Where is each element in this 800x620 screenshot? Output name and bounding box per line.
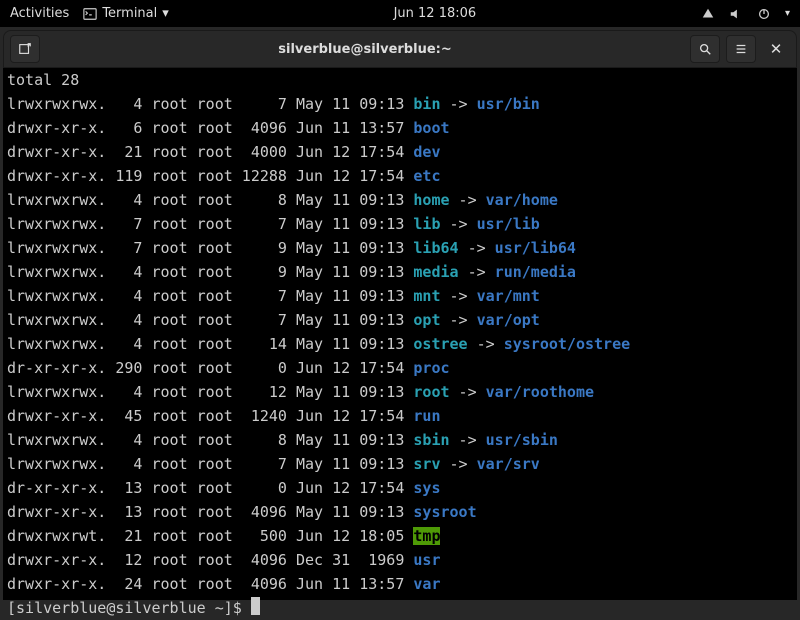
app-menu-label: Terminal [102, 6, 157, 21]
ls-row: lrwxrwxrwx. 4 root root 14 May 11 09:13 … [7, 332, 793, 356]
ls-row: lrwxrwxrwx. 4 root root 9 May 11 09:13 m… [7, 260, 793, 284]
new-tab-button[interactable] [10, 35, 40, 63]
ls-row: lrwxrwxrwx. 4 root root 8 May 11 09:13 h… [7, 188, 793, 212]
app-menu[interactable]: Terminal ▾ [83, 6, 168, 21]
search-button[interactable] [690, 35, 720, 63]
ls-row: drwxr-xr-x. 21 root root 4000 Jun 12 17:… [7, 140, 793, 164]
terminal-icon [83, 7, 97, 21]
new-tab-icon [18, 42, 32, 56]
ls-row: lrwxrwxrwx. 7 root root 9 May 11 09:13 l… [7, 236, 793, 260]
ls-row: drwxr-xr-x. 12 root root 4096 Dec 31 196… [7, 548, 793, 572]
ls-row: lrwxrwxrwx. 4 root root 7 May 11 09:13 b… [7, 92, 793, 116]
ls-row: lrwxrwxrwx. 7 root root 7 May 11 09:13 l… [7, 212, 793, 236]
ls-row: lrwxrwxrwx. 4 root root 8 May 11 09:13 s… [7, 428, 793, 452]
ls-row: drwxr-xr-x. 45 root root 1240 Jun 12 17:… [7, 404, 793, 428]
close-icon: ✕ [770, 40, 783, 58]
close-button[interactable]: ✕ [762, 35, 790, 63]
chevron-down-icon: ▾ [785, 8, 790, 19]
terminal-window: silverblue@silverblue:~ ✕ total 28lrwxrw… [3, 30, 797, 600]
power-icon[interactable] [757, 7, 771, 21]
titlebar: silverblue@silverblue:~ ✕ [3, 30, 797, 68]
volume-icon[interactable] [729, 7, 743, 21]
activities-button[interactable]: Activities [10, 6, 69, 21]
terminal-content[interactable]: total 28lrwxrwxrwx. 4 root root 7 May 11… [3, 68, 797, 600]
ls-row: dr-xr-xr-x. 290 root root 0 Jun 12 17:54… [7, 356, 793, 380]
ls-row: lrwxrwxrwx. 4 root root 7 May 11 09:13 s… [7, 452, 793, 476]
ls-row: drwxrwxrwt. 21 root root 500 Jun 12 18:0… [7, 524, 793, 548]
gnome-topbar: Activities Terminal ▾ Jun 12 18:06 ▾ [0, 0, 800, 27]
ls-row: dr-xr-xr-x. 13 root root 0 Jun 12 17:54 … [7, 476, 793, 500]
chevron-down-icon: ▾ [162, 6, 169, 21]
ls-row: drwxr-xr-x. 6 root root 4096 Jun 11 13:5… [7, 116, 793, 140]
clock[interactable]: Jun 12 18:06 [394, 6, 477, 21]
hamburger-icon [734, 42, 748, 56]
network-icon[interactable] [701, 7, 715, 21]
menu-button[interactable] [726, 35, 756, 63]
ls-row: lrwxrwxrwx. 4 root root 7 May 11 09:13 m… [7, 284, 793, 308]
ls-row: drwxr-xr-x. 24 root root 4096 Jun 11 13:… [7, 572, 793, 596]
ls-total: total 28 [7, 68, 793, 92]
window-title: silverblue@silverblue:~ [40, 42, 690, 57]
ls-row: drwxr-xr-x. 119 root root 12288 Jun 12 1… [7, 164, 793, 188]
ls-row: lrwxrwxrwx. 4 root root 7 May 11 09:13 o… [7, 308, 793, 332]
ls-row: lrwxrwxrwx. 4 root root 12 May 11 09:13 … [7, 380, 793, 404]
search-icon [698, 42, 712, 56]
ls-row: drwxr-xr-x. 13 root root 4096 May 11 09:… [7, 500, 793, 524]
